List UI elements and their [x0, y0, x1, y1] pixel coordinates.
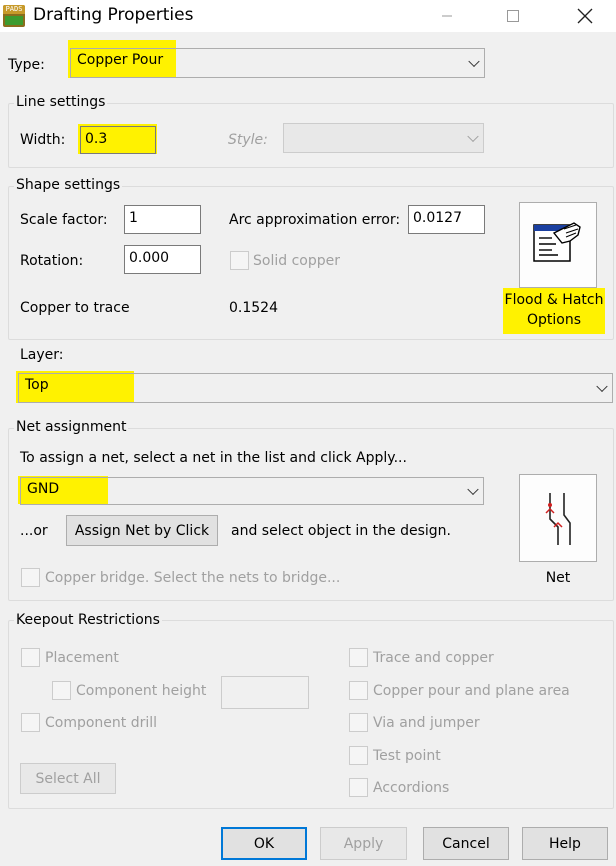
chevron-down-icon	[468, 55, 480, 68]
line-settings-label: Line settings	[14, 94, 108, 110]
flood-hatch-icon	[533, 222, 581, 262]
window-title: Drafting Properties	[33, 5, 194, 25]
via-jumper-label: Via and jumper	[373, 715, 480, 731]
component-drill-checkbox[interactable]	[21, 713, 40, 732]
cancel-button[interactable]: Cancel	[423, 827, 509, 860]
close-icon	[577, 8, 593, 24]
type-label: Type:	[8, 57, 45, 73]
scale-factor-label: Scale factor:	[20, 212, 108, 228]
net-button-label: Net	[545, 570, 571, 586]
arc-error-input[interactable]: 0.0127	[408, 205, 485, 234]
component-drill-label: Component drill	[45, 715, 158, 731]
width-input[interactable]: 0.3	[80, 126, 156, 154]
solid-copper-label: Solid copper	[253, 253, 340, 269]
flood-hatch-label-1: Flood & Hatch	[504, 292, 604, 308]
style-select[interactable]	[283, 123, 484, 153]
flood-hatch-button[interactable]	[519, 202, 597, 288]
app-icon-text: PADS	[3, 5, 25, 14]
trace-copper-label: Trace and copper	[373, 650, 494, 666]
app-icon-graphic	[5, 16, 23, 25]
placement-checkbox[interactable]	[21, 648, 40, 667]
minimize-icon	[442, 15, 452, 17]
maximize-icon	[507, 10, 519, 22]
test-point-checkbox[interactable]	[349, 746, 368, 765]
copper-bridge-checkbox[interactable]	[21, 568, 40, 587]
net-select[interactable]: GND	[20, 477, 484, 505]
arc-error-label: Arc approximation error:	[229, 212, 401, 228]
assign-net-after-text: and select object in the design.	[231, 523, 451, 539]
apply-button[interactable]: Apply	[320, 827, 407, 860]
maximize-button[interactable]	[490, 0, 536, 32]
ok-button[interactable]: OK	[221, 827, 307, 860]
scale-factor-input[interactable]: 1	[124, 205, 201, 234]
chevron-down-icon	[596, 380, 608, 393]
type-select[interactable]: Copper Pour	[70, 48, 485, 78]
flood-hatch-label-2: Options	[526, 312, 582, 328]
component-height-input[interactable]	[221, 676, 309, 709]
rotation-input[interactable]: 0.000	[124, 245, 201, 274]
copper-to-trace-value: 0.1524	[229, 300, 278, 316]
minimize-button[interactable]	[424, 0, 470, 32]
layer-select[interactable]: Top	[18, 373, 613, 403]
accordions-label: Accordions	[373, 780, 450, 796]
layer-label: Layer:	[20, 347, 64, 363]
style-label: Style:	[228, 132, 268, 148]
close-button[interactable]	[562, 0, 608, 32]
help-button[interactable]: Help	[522, 827, 608, 860]
placement-label: Placement	[45, 650, 119, 666]
trace-copper-checkbox[interactable]	[349, 648, 368, 667]
type-select-value: Copper Pour	[77, 52, 164, 68]
app-icon: PADS	[3, 5, 25, 27]
component-height-label: Component height	[76, 683, 207, 699]
via-jumper-checkbox[interactable]	[349, 713, 368, 732]
net-button[interactable]	[519, 474, 597, 562]
copper-pour-plane-label: Copper pour and plane area	[373, 683, 570, 699]
chevron-down-icon	[467, 130, 479, 143]
copper-to-trace-label: Copper to trace	[20, 300, 130, 316]
width-label: Width:	[20, 132, 66, 148]
net-icon	[545, 493, 571, 545]
accordions-checkbox[interactable]	[349, 778, 368, 797]
select-all-button[interactable]: Select All	[20, 763, 116, 794]
solid-copper-checkbox[interactable]	[230, 251, 249, 270]
copper-pour-plane-checkbox[interactable]	[349, 681, 368, 700]
keepout-label: Keepout Restrictions	[14, 612, 162, 628]
or-label: ...or	[20, 523, 48, 539]
shape-settings-label: Shape settings	[14, 177, 123, 193]
net-assignment-label: Net assignment	[14, 419, 129, 435]
net-select-value: GND	[27, 481, 60, 497]
test-point-label: Test point	[373, 748, 441, 764]
chevron-down-icon	[467, 483, 479, 496]
component-height-checkbox[interactable]	[52, 681, 71, 700]
net-instruction-text: To assign a net, select a net in the lis…	[20, 450, 407, 466]
rotation-label: Rotation:	[20, 253, 84, 269]
layer-select-value: Top	[25, 377, 49, 393]
copper-bridge-label: Copper bridge. Select the nets to bridge…	[45, 570, 341, 586]
assign-net-by-click-button[interactable]: Assign Net by Click	[66, 515, 218, 546]
